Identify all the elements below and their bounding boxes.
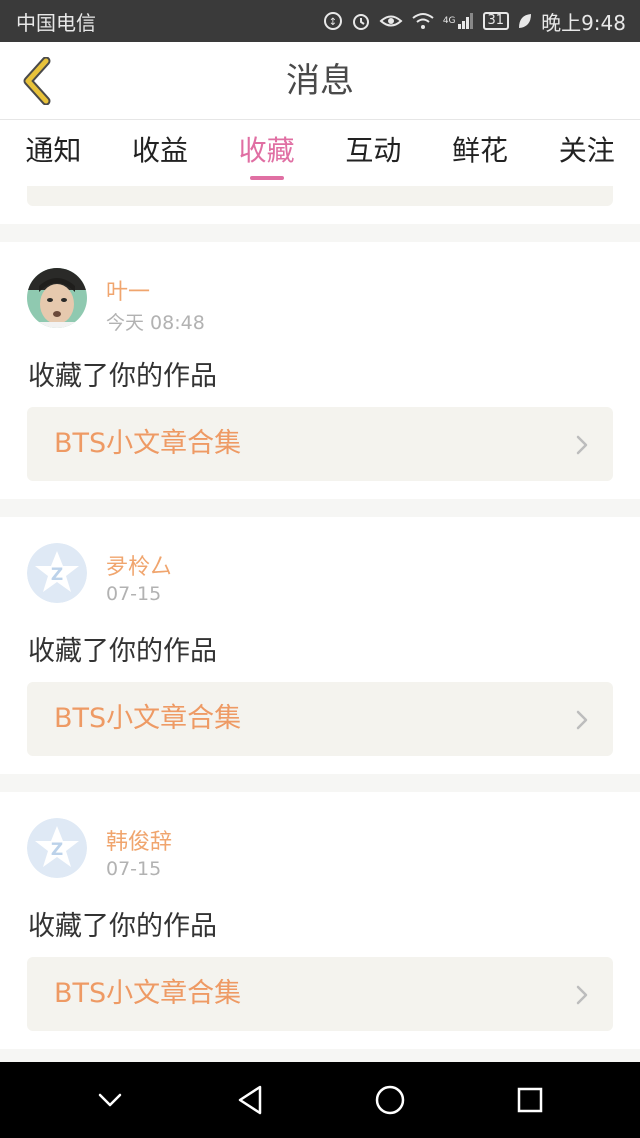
tab-earnings[interactable]: 收益 [107, 120, 214, 186]
wifi-icon [411, 11, 435, 31]
chevron-right-icon [576, 435, 588, 455]
chevron-right-icon [576, 985, 588, 1005]
timestamp: 今天 08:48 [106, 312, 205, 334]
alarm-icon [351, 11, 371, 31]
list-item: 叶一 今天 08:48 收藏了你的作品 BTS小文章合集 [0, 242, 640, 499]
signal-icon: 4G [443, 12, 475, 30]
list-item: Z 夛柃厶 07-15 收藏了你的作品 BTS小文章合集 [0, 517, 640, 774]
page-title: 消息 [286, 61, 354, 101]
clock-time: 晚上9:48 [541, 10, 626, 35]
avatar[interactable]: Z [27, 818, 87, 878]
status-bar: 中国电信 ↕ 4G 31 晚上9:48 [0, 0, 640, 42]
list-item: Z 韩俊辞 07-15 收藏了你的作品 BTS小文章合集 [0, 792, 640, 1049]
user-name[interactable]: 叶一 [106, 274, 150, 306]
action-text: 收藏了你的作品 [28, 911, 217, 942]
work-link-partial[interactable] [27, 186, 613, 206]
default-avatar-icon: Z [27, 818, 87, 878]
tab-flowers[interactable]: 鲜花 [427, 120, 534, 186]
work-title: BTS小文章合集 [54, 428, 242, 459]
tab-favorites[interactable]: 收藏 [213, 120, 320, 186]
message-list[interactable]: 叶一 今天 08:48 收藏了你的作品 BTS小文章合集 Z 夛柃厶 07-15… [0, 186, 640, 1062]
svg-text:Z: Z [51, 840, 63, 860]
recents-nav-button[interactable] [500, 1070, 560, 1130]
action-text: 收藏了你的作品 [28, 636, 217, 667]
tab-follows[interactable]: 关注 [533, 120, 640, 186]
leaf-icon [517, 12, 533, 30]
hide-keyboard-button[interactable] [80, 1070, 140, 1130]
action-text: 收藏了你的作品 [28, 361, 217, 392]
tab-bar: 通知 收益 收藏 互动 鲜花 关注 [0, 120, 640, 186]
user-name[interactable]: 夛柃厶 [106, 549, 172, 581]
user-name[interactable]: 韩俊辞 [106, 824, 172, 856]
square-recents-icon [517, 1087, 543, 1113]
chevron-down-icon [98, 1093, 122, 1107]
avatar[interactable]: Z [27, 543, 87, 603]
work-link[interactable]: BTS小文章合集 [27, 407, 613, 481]
svg-text:↕: ↕ [329, 17, 337, 28]
home-nav-button[interactable] [360, 1070, 420, 1130]
avatar[interactable] [27, 268, 87, 328]
tab-notifications[interactable]: 通知 [0, 120, 107, 186]
timestamp: 07-15 [106, 858, 162, 880]
header-bar: 消息 [0, 42, 640, 120]
work-link[interactable]: BTS小文章合集 [27, 682, 613, 756]
user-photo-icon [27, 268, 87, 328]
work-title: BTS小文章合集 [54, 703, 242, 734]
network-type-label: 4G [442, 16, 456, 26]
battery-icon: 31 [482, 12, 510, 30]
data-saver-icon: ↕ [323, 11, 343, 31]
timestamp: 07-15 [106, 583, 162, 605]
default-avatar-icon: Z [27, 543, 87, 603]
work-title: BTS小文章合集 [54, 978, 242, 1009]
back-nav-button[interactable] [220, 1070, 280, 1130]
chevron-right-icon [576, 710, 588, 730]
triangle-back-icon [238, 1085, 262, 1115]
svg-text:Z: Z [51, 565, 63, 585]
work-link[interactable]: BTS小文章合集 [27, 957, 613, 1031]
system-nav-bar [0, 1062, 640, 1138]
status-icons: ↕ 4G 31 晚上9:48 [323, 7, 626, 36]
tab-interactions[interactable]: 互动 [320, 120, 427, 186]
list-item-partial [0, 186, 640, 224]
eye-icon [379, 11, 403, 31]
battery-level: 31 [487, 13, 505, 28]
carrier-label: 中国电信 [16, 10, 96, 35]
circle-home-icon [375, 1085, 405, 1115]
